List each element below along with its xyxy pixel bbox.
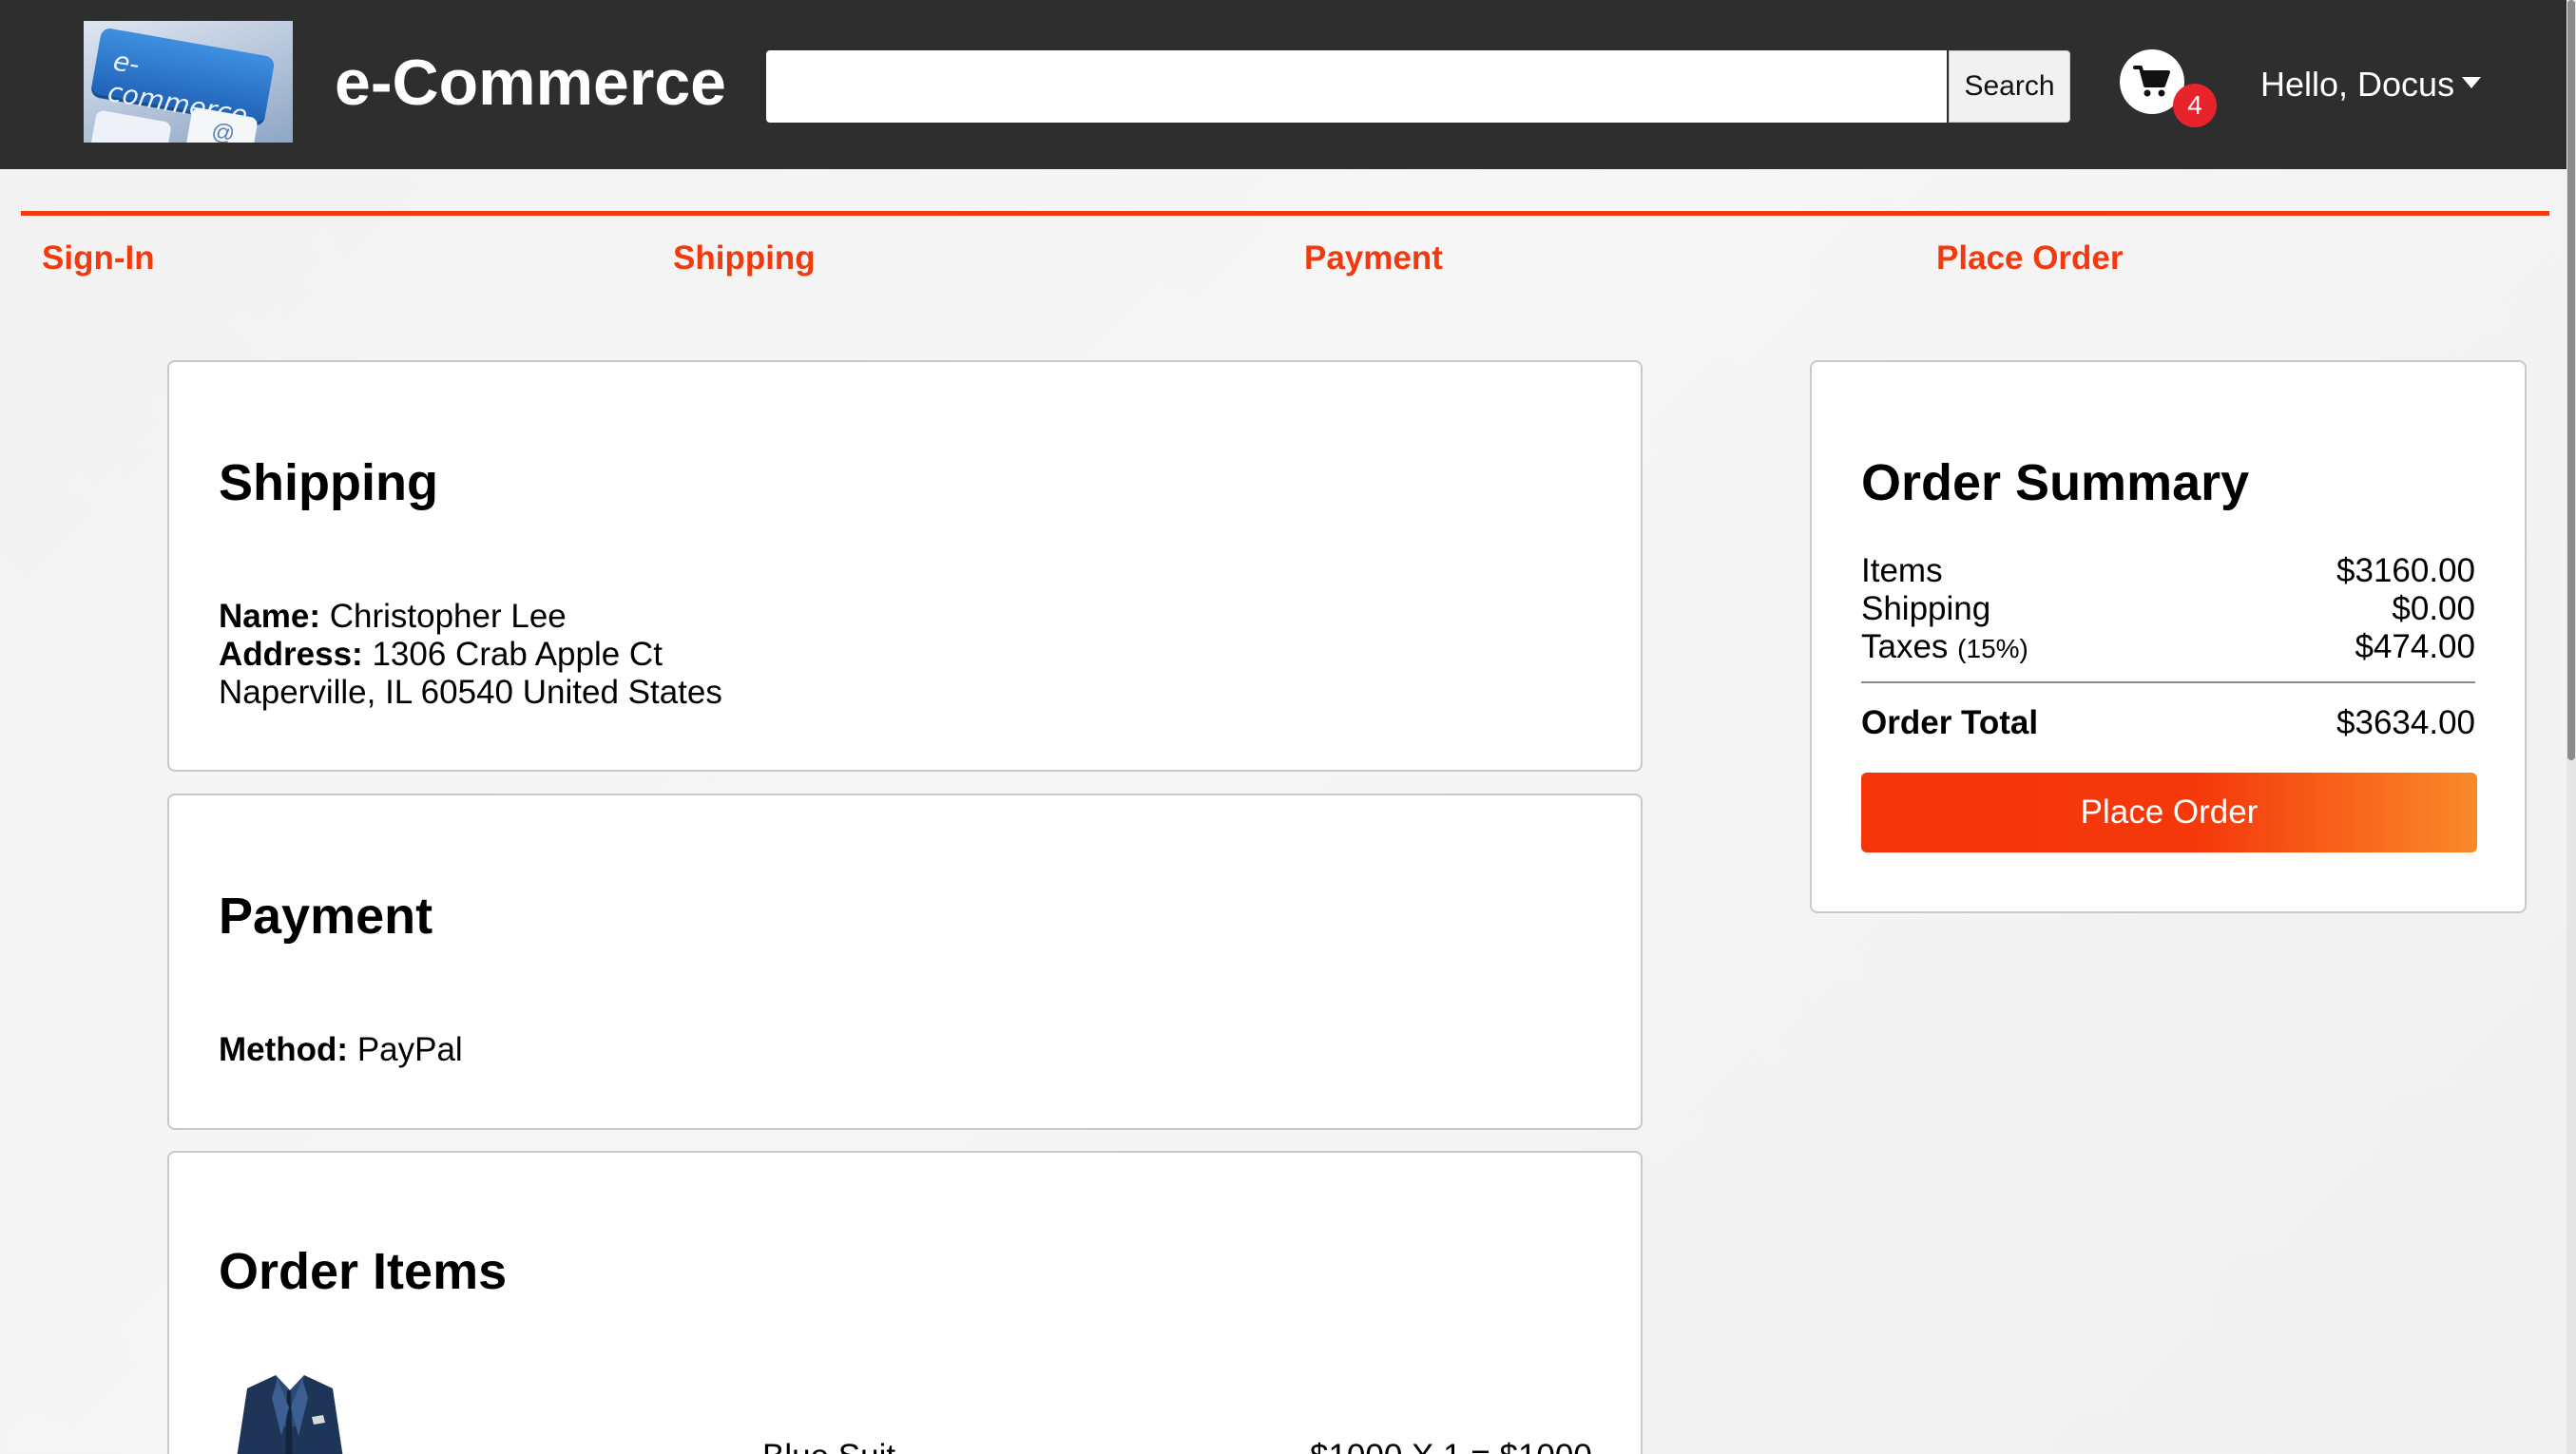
order-total-label: Order Total [1861, 704, 2039, 741]
summary-items-row: Items $3160.00 [1861, 552, 2475, 590]
address-label: Address: [219, 636, 363, 673]
name-value: Christopher Lee [329, 598, 567, 635]
step-payment: Payment [1304, 239, 1443, 277]
items-value: $3160.00 [2336, 552, 2475, 589]
item-image[interactable] [228, 1369, 352, 1454]
payment-method: Method: PayPal [219, 1031, 463, 1069]
payment-card: Payment Method: PayPal [167, 794, 1643, 1130]
method-value: PayPal [356, 1031, 463, 1068]
shipping-name: Name: Christopher Lee [219, 598, 567, 636]
address-line1: 1306 Crab Apple Ct [372, 636, 663, 673]
scrollbar-thumb[interactable] [2567, 0, 2575, 760]
summary-total-row: Order Total $3634.00 [1861, 704, 2475, 742]
payment-title: Payment [219, 888, 433, 945]
order-total-value: $3634.00 [2336, 704, 2475, 741]
order-items-title: Order Items [219, 1243, 508, 1300]
search-button[interactable]: Search [1949, 50, 2070, 123]
user-menu[interactable]: Hello, Docus [2260, 65, 2482, 105]
order-summary-card: Order Summary Items $3160.00 Shipping $0… [1810, 360, 2527, 913]
taxes-label: Taxes (15%) [1861, 628, 2028, 666]
item-price: $1000 X 1 = $1000 [1310, 1438, 1592, 1454]
shipping-label: Shipping [1861, 590, 1991, 627]
summary-shipping-row: Shipping $0.00 [1861, 590, 2475, 628]
shipping-value: $0.00 [2392, 590, 2475, 627]
brand-title[interactable]: e-Commerce [335, 46, 726, 120]
method-label: Method: [219, 1031, 349, 1068]
page-scrollbar[interactable] [2566, 0, 2576, 1454]
step-sign-in: Sign-In [42, 239, 155, 277]
shipping-address: Address: 1306 Crab Apple Ct [219, 636, 663, 674]
taxes-label-text: Taxes [1861, 628, 1949, 665]
place-order-button[interactable]: Place Order [1861, 773, 2477, 852]
cart-count-badge: 4 [2173, 84, 2217, 127]
checkout-progress-line [21, 211, 2549, 216]
taxes-rate: (15%) [1957, 634, 2028, 663]
user-greeting: Hello, Docus [2260, 65, 2455, 104]
step-place-order: Place Order [1936, 239, 2124, 277]
order-summary-title: Order Summary [1861, 454, 2250, 511]
items-label: Items [1861, 552, 1943, 589]
name-label: Name: [219, 598, 320, 635]
step-shipping: Shipping [673, 239, 816, 277]
order-items-card: Order Items Blue Suit $1000 X 1 = $1000 [167, 1151, 1643, 1454]
summary-divider [1861, 681, 2475, 683]
taxes-value: $474.00 [2355, 628, 2475, 665]
item-name[interactable]: Blue Suit [762, 1438, 895, 1454]
logo-key: e-commerce [90, 27, 276, 131]
shipping-card: Shipping Name: Christopher Lee Address: … [167, 360, 1643, 772]
shipping-title: Shipping [219, 454, 438, 511]
summary-taxes-row: Taxes (15%) $474.00 [1861, 628, 2475, 666]
logo[interactable]: e-commerce @ [84, 21, 293, 143]
search-input[interactable] [766, 50, 1947, 123]
caret-down-icon [2462, 77, 2482, 89]
address-line2: Naperville, IL 60540 United States [219, 674, 722, 711]
cart-icon [2133, 66, 2170, 97]
at-sign-icon: @ [209, 118, 238, 143]
top-navbar: e-commerce @ e-Commerce Search 4 Hello, … [0, 0, 2566, 169]
